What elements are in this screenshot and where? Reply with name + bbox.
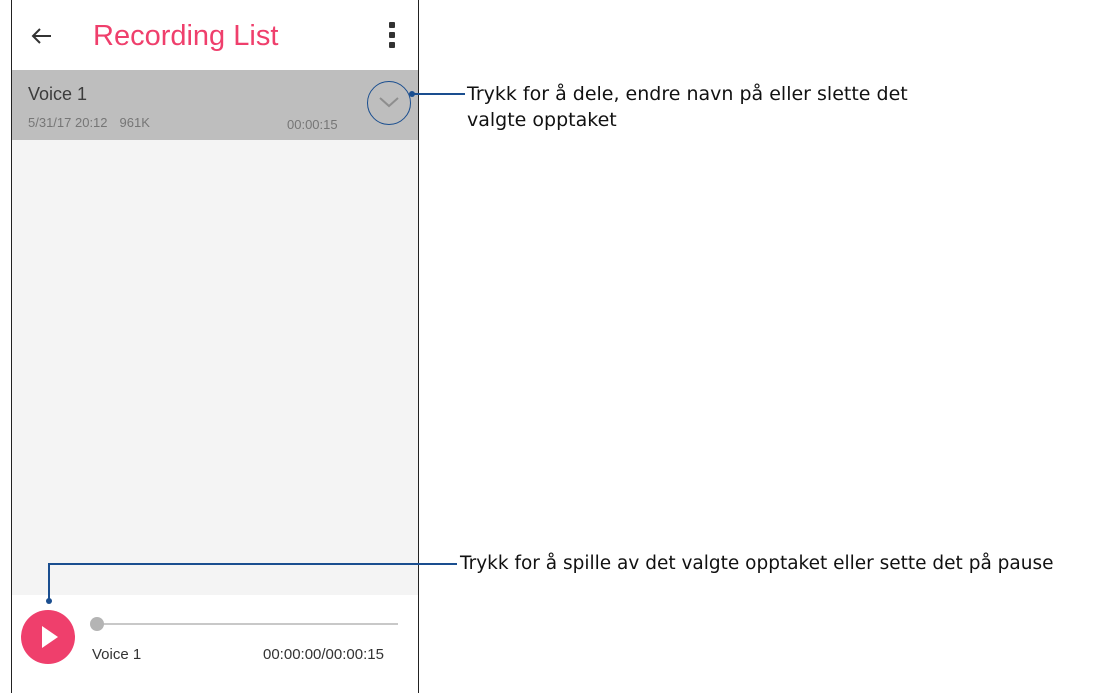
callout-options-line xyxy=(412,93,465,95)
recording-size: 961K xyxy=(119,115,150,130)
arrow-left-icon xyxy=(31,28,51,44)
recording-name: Voice 1 xyxy=(28,84,88,104)
recording-meta: 5/31/17 20:12 961K xyxy=(28,115,150,130)
player-track-name: Voice 1 xyxy=(92,646,142,663)
player-time: 00:00:00/00:00:15 xyxy=(263,646,384,663)
phone-screen: Recording List Voice 1 5/31/17 20:12 961K… xyxy=(11,0,419,693)
play-pause-button[interactable] xyxy=(21,610,75,664)
chevron-down-icon xyxy=(379,97,399,108)
app-bar: Recording List xyxy=(12,0,418,70)
callout-play-text: Trykk for å spille av det valgte opptake… xyxy=(460,553,1054,574)
more-options-button[interactable] xyxy=(382,22,402,52)
stage: Recording List Voice 1 5/31/17 20:12 961K… xyxy=(0,0,1105,693)
seek-thumb[interactable] xyxy=(90,617,104,631)
recording-options-button[interactable] xyxy=(367,81,411,125)
audio-player: Voice 1 00:00:00/00:00:15 xyxy=(12,595,418,693)
back-button[interactable] xyxy=(28,22,56,50)
recording-duration: 00:00:15 xyxy=(287,117,338,132)
callout-options-text: Trykk for å dele, endre navn på eller sl… xyxy=(467,83,908,131)
seek-bar[interactable] xyxy=(96,623,398,625)
callout-play-line-horizontal xyxy=(48,563,457,565)
callout-play-line-vertical xyxy=(48,563,50,599)
recording-list-item[interactable]: Voice 1 5/31/17 20:12 961K 00:00:15 xyxy=(12,70,418,140)
play-icon xyxy=(42,626,58,648)
recording-datetime: 5/31/17 20:12 xyxy=(28,115,108,130)
more-vertical-icon xyxy=(389,22,395,28)
page-title: Recording List xyxy=(93,20,279,52)
